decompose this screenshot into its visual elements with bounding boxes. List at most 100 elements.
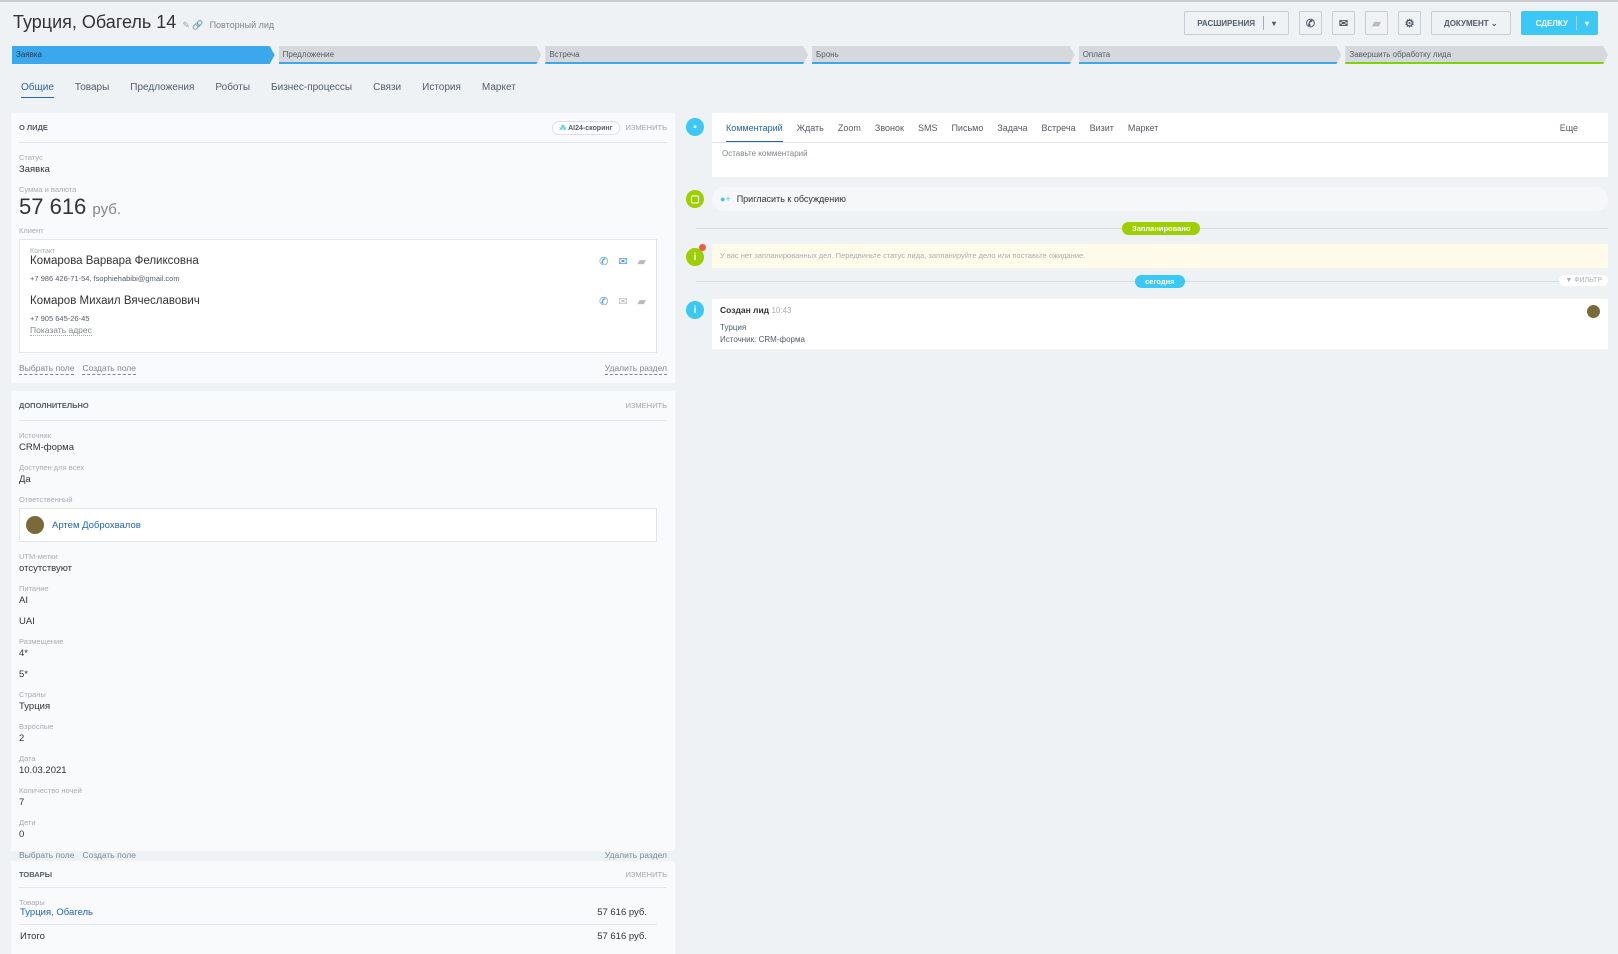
field-label: Дата bbox=[19, 754, 36, 763]
field-value: 2 bbox=[19, 733, 25, 744]
activity-tab[interactable]: Звонок bbox=[875, 123, 904, 133]
mail-icon[interactable]: ✉ bbox=[618, 295, 627, 308]
toolbar: РАСШИРЕНИЯ ▾ ✆ ✉ ▰ ⚙ ДОКУМЕНТ ⌄ СДЕЛКУ ▾ bbox=[1184, 11, 1598, 35]
contact-name[interactable]: Комаров Михаил Вячеславович bbox=[30, 295, 200, 308]
activity-tab[interactable]: Zoom bbox=[838, 123, 861, 133]
tab-business-processes[interactable]: Бизнес-процессы bbox=[271, 82, 352, 98]
edit-link[interactable]: изменить bbox=[626, 870, 667, 879]
field-label: Ответственный bbox=[19, 495, 73, 504]
stage-bar: Заявка Предложение Встреча Бронь Оплата … bbox=[12, 46, 1608, 64]
activity-tab[interactable]: Письмо bbox=[951, 123, 983, 133]
responsible-link[interactable]: Артем Доброхвалов bbox=[52, 520, 141, 531]
stage-item[interactable]: Бронь bbox=[812, 46, 1075, 64]
field-label: Страны bbox=[19, 690, 46, 699]
delete-section-link[interactable]: Удалить раздел bbox=[604, 363, 667, 375]
field-value: Турция bbox=[19, 701, 51, 712]
field-label: Доступен для всех bbox=[19, 463, 85, 472]
invite-button[interactable]: ●+ Пригласить к обсуждению bbox=[712, 187, 1608, 211]
field-label: Дети bbox=[19, 818, 36, 827]
field-label: Количество ночей bbox=[19, 786, 82, 795]
add-user-icon: ●+ bbox=[720, 194, 731, 204]
section-title: товары bbox=[19, 869, 53, 879]
field-label: Размещение bbox=[19, 637, 64, 646]
repeat-lead-badge: Повторный лид bbox=[209, 20, 275, 30]
activity-tab[interactable]: Визит bbox=[1090, 123, 1114, 133]
mail-icon[interactable]: ✉ bbox=[618, 255, 627, 268]
chat-icon[interactable]: ▰ bbox=[638, 295, 646, 308]
avatar[interactable] bbox=[1587, 305, 1600, 318]
tab-market[interactable]: Маркет bbox=[482, 82, 516, 98]
comment-input[interactable]: Оставьте комментарий bbox=[712, 143, 1608, 164]
more-button[interactable]: Еще bbox=[1560, 123, 1578, 133]
ai-scoring-button[interactable]: ⁂ AI24-скоринг bbox=[552, 120, 620, 135]
show-address-link[interactable]: Показать адрес bbox=[30, 325, 92, 336]
settings-button[interactable]: ⚙ bbox=[1398, 11, 1421, 35]
filter-button[interactable]: ▼ ФИЛЬТР bbox=[1559, 275, 1608, 286]
avatar bbox=[26, 516, 44, 534]
edit-icon[interactable]: ✎ 🔗 bbox=[182, 20, 203, 31]
activity-tab[interactable]: Задача bbox=[997, 123, 1027, 133]
activity-tab[interactable]: Комментарий bbox=[726, 114, 783, 142]
activity-tab[interactable]: Встреча bbox=[1042, 123, 1076, 133]
field-value: 7 bbox=[19, 797, 25, 808]
edit-link[interactable]: изменить bbox=[626, 123, 667, 132]
field-value: Да bbox=[19, 474, 31, 485]
stage-item[interactable]: Заявка bbox=[12, 46, 275, 64]
field-value: AI bbox=[19, 595, 28, 606]
planned-badge: Запланировано bbox=[1122, 222, 1201, 235]
chevron-down-icon[interactable]: ▾ bbox=[1585, 19, 1589, 28]
today-badge: сегодня bbox=[1135, 275, 1185, 288]
tab-links[interactable]: Связи bbox=[373, 82, 401, 98]
phone-icon[interactable]: ✆ bbox=[599, 255, 608, 268]
activity-tab[interactable]: SMS bbox=[918, 123, 938, 133]
field-value: 10.03.2021 bbox=[19, 765, 67, 776]
chat-bubble-icon: ▢ bbox=[686, 190, 704, 208]
document-button[interactable]: ДОКУМЕНТ ⌄ bbox=[1431, 11, 1511, 35]
phone-icon[interactable]: ✆ bbox=[599, 295, 608, 308]
contact-name[interactable]: Комарова Варвара Феликсовна bbox=[30, 255, 199, 268]
field-label: Клиент bbox=[19, 226, 44, 235]
field-label: Источник bbox=[19, 431, 52, 440]
stage-item[interactable]: Завершить обработку лида bbox=[1345, 46, 1608, 64]
field-label: Взрослые bbox=[19, 722, 54, 731]
status-value: Заявка bbox=[19, 164, 50, 175]
tab-history[interactable]: История bbox=[422, 82, 461, 98]
timeline: ▪ Комментарий Ждать Zoom Звонок SMS Письмо Зад… bbox=[686, 113, 1608, 953]
stage-item[interactable]: Встреча bbox=[545, 46, 808, 64]
contact-info: +7 905 645-26-45 bbox=[30, 314, 90, 323]
about-lead-section: о лиде ⁂ AI24-скоринг изменить Статус Заяв… bbox=[11, 113, 675, 383]
field-value: 0 bbox=[19, 829, 25, 840]
activity-tab[interactable]: Ждать bbox=[797, 123, 824, 133]
goods-row: Турция, Обагель 57 616 руб. bbox=[19, 907, 657, 925]
edit-link[interactable]: изменить bbox=[626, 401, 667, 410]
stage-item[interactable]: Оплата bbox=[1079, 46, 1342, 64]
section-title: о лиде bbox=[19, 123, 48, 132]
product-link[interactable]: Турция, Обагель bbox=[20, 907, 93, 918]
tab-offers[interactable]: Предложения bbox=[130, 82, 194, 98]
mail-button[interactable]: ✉ bbox=[1332, 11, 1355, 35]
chat-icon[interactable]: ▰ bbox=[638, 255, 646, 268]
no-tasks-notice: У вас нет запланированных дел. Передвинь… bbox=[712, 244, 1608, 268]
field-label: Контакт bbox=[30, 248, 56, 255]
field-label: Сумма и валюта bbox=[19, 185, 77, 194]
phone-button[interactable]: ✆ bbox=[1299, 11, 1322, 35]
field-value: UAI bbox=[19, 616, 35, 627]
contact-info: +7 986 426-71-54, fsophiehabibi@gmail.co… bbox=[30, 274, 180, 283]
activity-tab[interactable]: Маркет bbox=[1128, 123, 1158, 133]
select-field-link[interactable]: Выбрать поле bbox=[19, 363, 75, 375]
create-field-link[interactable]: Создать поле bbox=[82, 363, 136, 375]
tab-robots[interactable]: Роботы bbox=[215, 82, 250, 98]
field-value: CRM-форма bbox=[19, 442, 74, 453]
stage-item[interactable]: Предложение bbox=[279, 46, 542, 64]
responsible-block: Артем Доброхвалов bbox=[19, 508, 657, 542]
chat-button[interactable]: ▰ bbox=[1365, 11, 1388, 35]
extensions-button[interactable]: РАСШИРЕНИЯ ▾ bbox=[1184, 11, 1289, 35]
info-icon: i bbox=[686, 301, 704, 319]
convert-deal-button[interactable]: СДЕЛКУ ▾ bbox=[1520, 11, 1598, 35]
chevron-down-icon[interactable]: ▾ bbox=[1272, 19, 1276, 28]
activity-editor: Комментарий Ждать Zoom Звонок SMS Письмо Задач… bbox=[712, 113, 1608, 177]
tab-general[interactable]: Общие bbox=[21, 82, 54, 98]
client-block: Контакт Комарова Варвара Феликсовна ✆ ✉ ▰ +… bbox=[19, 239, 657, 353]
main-tabs: Общие Товары Предложения Роботы Бизнес-п… bbox=[21, 82, 516, 98]
tab-products[interactable]: Товары bbox=[75, 82, 109, 98]
